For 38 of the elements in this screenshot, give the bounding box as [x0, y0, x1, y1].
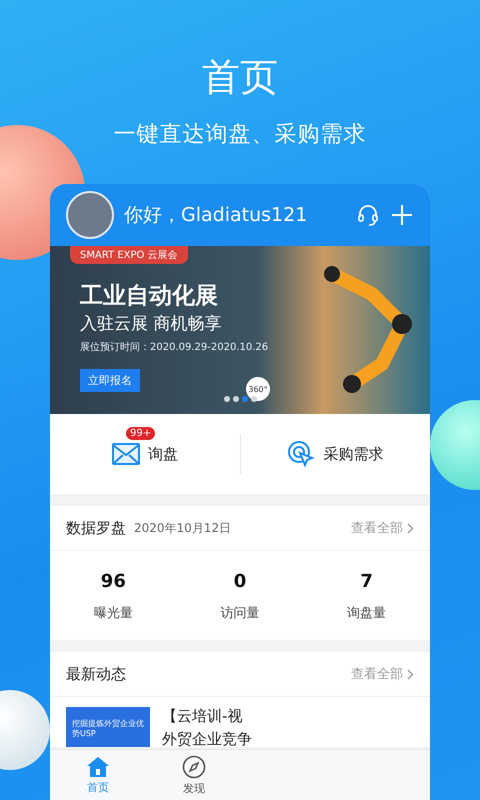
action-label[interactable]: 询盘	[148, 444, 178, 464]
section-date: 2020年10月12日	[134, 520, 232, 536]
news-title[interactable]: 【云培训-视	[162, 707, 252, 726]
panorama-badge[interactable]: 360°	[246, 377, 270, 401]
stat-label: 询盘量	[347, 605, 386, 622]
stat-value: 0	[234, 571, 246, 592]
avatar[interactable]	[66, 191, 114, 239]
target-icon	[287, 440, 316, 468]
chevron-right-icon	[407, 522, 414, 534]
greeting-text: 你好，Gladiatus121	[124, 203, 308, 228]
home-icon	[86, 756, 110, 778]
compass-icon	[182, 754, 206, 778]
enroll-button[interactable]: 立即报名	[80, 369, 140, 392]
promo-subtitle: 一键直达询盘、采购需求	[114, 121, 366, 149]
banner-tagline: 入驻云展 商机畅享	[80, 313, 222, 335]
news-title[interactable]: 外贸企业竞争	[162, 730, 252, 747]
nav-tab[interactable]: 发现	[146, 750, 242, 800]
stat-label: 曝光量	[94, 605, 133, 622]
plus-icon[interactable]	[390, 203, 414, 227]
carousel-dot[interactable]	[242, 396, 248, 402]
promo-title: 首页	[202, 54, 278, 101]
carousel-dot[interactable]	[233, 396, 239, 402]
carousel-dot[interactable]	[224, 396, 230, 402]
section-title: 最新动态	[66, 664, 126, 684]
chevron-right-icon	[407, 668, 414, 680]
stat-label: 访问量	[220, 605, 260, 622]
banner-headline: 工业自动化展	[80, 282, 218, 311]
action-label[interactable]: 采购需求	[323, 444, 384, 464]
expo-tag: SMART EXPO 云展会	[70, 246, 188, 264]
banner-dates: 展位预订时间：2020.09.29-2020.10.26	[80, 340, 268, 354]
promo-banner[interactable]: SMART EXPO 云展会 工业自动化展 入驻云展 商机畅享 展位预订时间：2020.09.29-2020.10.26 立即报名 360°	[50, 246, 430, 414]
section-title: 数据罗盘	[66, 518, 126, 538]
stat-value: 7	[360, 571, 373, 592]
stat-value: 96	[100, 571, 126, 592]
news-thumbnail[interactable]: 挖掘提炼外贸企业优势USP	[66, 707, 150, 747]
count-badge: 99+	[126, 427, 156, 440]
headset-icon[interactable]	[356, 203, 380, 227]
envelope-icon	[112, 443, 140, 465]
